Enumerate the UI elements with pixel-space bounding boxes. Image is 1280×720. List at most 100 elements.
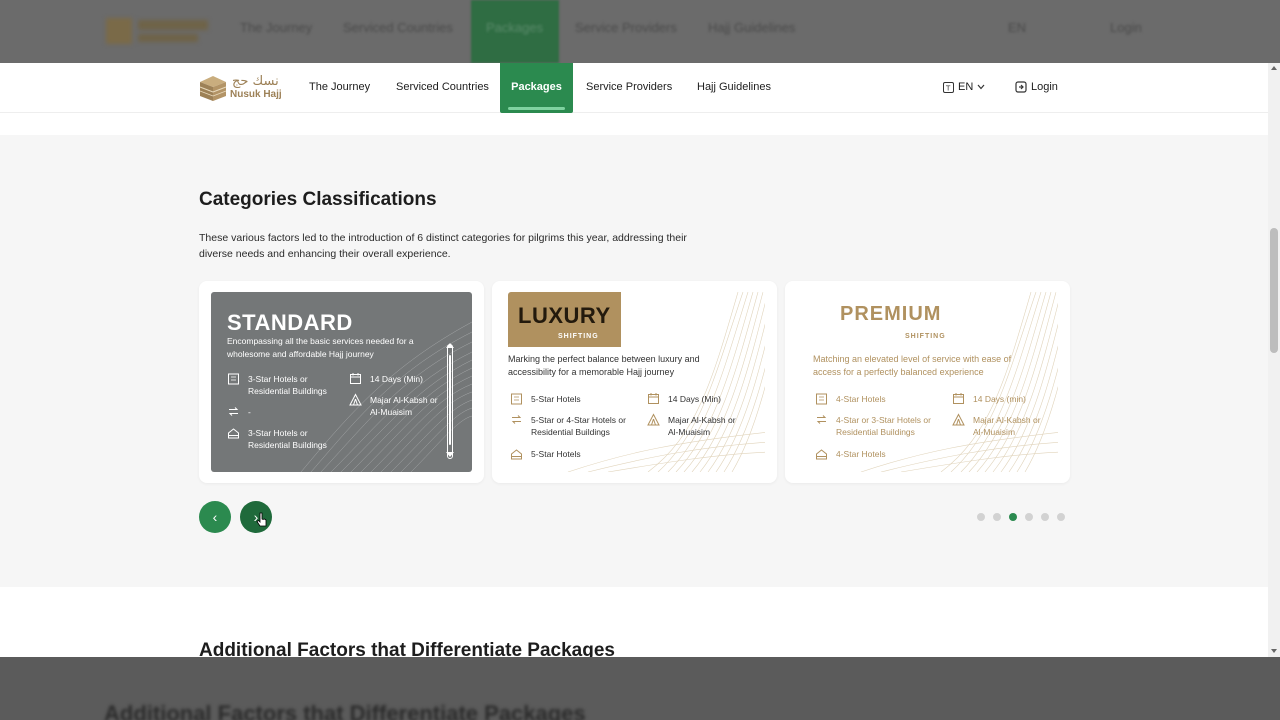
login-label: Login [1031, 81, 1058, 93]
feature-text: 3-Star Hotels or Residential Buildings [248, 374, 327, 396]
scroll-down-arrow-icon[interactable] [1271, 649, 1277, 653]
page-scrollbar-thumb[interactable] [1270, 228, 1278, 353]
category-name: STANDARD [227, 310, 353, 335]
building-icon [511, 393, 522, 405]
blurred-nav-text: The Journey [240, 20, 313, 35]
scroll-up-arrow-icon[interactable] [1271, 66, 1277, 70]
feature-duration: 14 Days (Min) [349, 373, 449, 385]
nav-hajj-guidelines[interactable]: Hajj Guidelines [697, 81, 771, 93]
login-link[interactable]: Login [1015, 81, 1058, 93]
logo-text: Nusuk Hajj [230, 89, 282, 100]
card-scrollbar-thumb[interactable] [449, 355, 451, 445]
blurred-nav-text: Login [1110, 20, 1142, 35]
feature-text: 4-Star Hotels [836, 394, 886, 404]
blurred-nav-text: EN [1008, 20, 1027, 35]
standard-card-body: STANDARD Encompassing all the basic serv… [211, 292, 472, 472]
transfer-icon [511, 415, 522, 424]
calendar-icon [648, 393, 659, 404]
tent-icon [349, 393, 362, 406]
language-icon: T [943, 81, 954, 93]
chevron-down-icon [977, 84, 985, 90]
blurred-nav-text: Hajj Guidelines [708, 20, 796, 35]
feature-text: 5-Star Hotels [531, 394, 581, 404]
feature-text: - [248, 407, 251, 417]
category-name: PREMIUM [840, 303, 942, 325]
section-description: These various factors led to the introdu… [199, 232, 687, 260]
tent-icon [647, 413, 660, 426]
additional-factors-title: Additional Factors that Differentiate Pa… [199, 640, 615, 657]
categories-section: Categories Classifications These various… [0, 135, 1268, 587]
category-tag: SHIFTING [905, 333, 946, 340]
feature-text: 3-Star Hotels or Residential Buildings [248, 428, 327, 450]
category-description: Marking the perfect balance between luxu… [508, 354, 700, 377]
blurred-nav-text: Serviced Countries [343, 20, 453, 35]
calendar-icon [350, 373, 361, 384]
pagination-dot[interactable] [1041, 513, 1049, 521]
feature-duration: 14 Days (min) [952, 393, 1052, 405]
feature-camp: Majar Al-Kabsh or Al-Muaisim [349, 393, 449, 418]
house-icon [511, 449, 522, 460]
language-label: EN [958, 81, 974, 93]
category-card-premium[interactable]: PREMIUM SHIFTING Matching an elevated le… [785, 281, 1070, 483]
feature-text: 4-Star or 3-Star Hotels or Residential B… [836, 415, 931, 437]
category-badge: LUXURY SHIFTING [508, 292, 621, 347]
blurred-heading: Additional Factors that Differentiate Pa… [104, 701, 586, 720]
feature-other: 5-Star Hotels [510, 448, 620, 460]
building-icon [816, 393, 827, 405]
blurred-nav-text: Packages [486, 20, 544, 35]
background-blur-top: The Journey Serviced Countries Packages … [0, 0, 1280, 63]
language-selector[interactable]: T EN [943, 81, 985, 93]
nav-serviced-countries[interactable]: Serviced Countries [396, 81, 489, 93]
scroll-up-arrow-icon[interactable] [446, 343, 454, 348]
carousel-prev-button[interactable]: ‹ [199, 501, 231, 533]
feature-text: 14 Days (min) [973, 394, 1026, 404]
category-card-luxury[interactable]: LUXURY SHIFTING Marking the perfect bala… [492, 281, 777, 483]
feature-accommodation: 5-Star Hotels [510, 393, 620, 405]
feature-text: Majar Al-Kabsh or Al-Muaisim [370, 395, 438, 417]
kaaba-logo-icon [199, 76, 227, 101]
background-blur-bottom: Additional Factors that Differentiate Pa… [0, 657, 1280, 720]
top-navigation: نسك حج Nusuk Hajj The Journey Serviced C… [0, 63, 1268, 113]
pagination-dot[interactable] [977, 513, 985, 521]
pagination-dot[interactable] [993, 513, 1001, 521]
pagination-dot[interactable] [1025, 513, 1033, 521]
nav-packages[interactable]: Packages [500, 63, 573, 113]
blurred-nav-text: Service Providers [575, 20, 677, 35]
feature-accommodation: 4-Star Hotels [815, 393, 925, 405]
card-scrollbar[interactable] [447, 344, 453, 459]
category-description: Matching an elevated level of service wi… [813, 354, 1012, 377]
feature-shifting: - [227, 406, 337, 418]
feature-text: Majar Al-Kabsh or Al-Muaisim [973, 415, 1041, 437]
feature-duration: 14 Days (Min) [647, 393, 747, 405]
page-scrollbar[interactable] [1268, 63, 1280, 657]
pagination-dot-active[interactable] [1009, 513, 1017, 521]
premium-card-body: PREMIUM SHIFTING Matching an elevated le… [801, 292, 1058, 472]
login-icon [1015, 81, 1027, 93]
svg-text:T: T [945, 84, 951, 92]
browser-viewport: نسك حج Nusuk Hajj The Journey Serviced C… [0, 63, 1280, 657]
category-name: LUXURY [518, 303, 611, 328]
nav-service-providers[interactable]: Service Providers [586, 81, 672, 93]
nav-packages-label: Packages [511, 81, 562, 93]
pagination-dot[interactable] [1057, 513, 1065, 521]
nav-the-journey[interactable]: The Journey [309, 81, 370, 93]
feature-other: 4-Star Hotels [815, 448, 925, 460]
category-card-standard[interactable]: STANDARD Encompassing all the basic serv… [199, 281, 484, 483]
calendar-icon [953, 393, 964, 404]
mouse-pointer-icon [256, 512, 267, 527]
transfer-icon [228, 407, 239, 416]
building-icon [228, 373, 239, 385]
carousel-pagination [977, 513, 1065, 521]
nusuk-hajj-logo[interactable]: نسك حج Nusuk Hajj [198, 73, 288, 103]
scroll-down-arrow-icon[interactable] [446, 452, 454, 457]
feature-other: 3-Star Hotels or Residential Buildings [227, 427, 347, 451]
feature-text: 14 Days (Min) [370, 374, 423, 384]
feature-shifting: 4-Star or 3-Star Hotels or Residential B… [815, 414, 950, 438]
feature-accommodation: 3-Star Hotels or Residential Buildings [227, 373, 337, 397]
category-description: Encompassing all the basic services need… [227, 336, 414, 359]
chevron-left-icon: ‹ [212, 509, 218, 525]
transfer-icon [816, 415, 827, 424]
active-tab-indicator [508, 107, 565, 110]
house-icon [228, 428, 239, 439]
luxury-card-body: LUXURY SHIFTING Marking the perfect bala… [508, 292, 765, 472]
